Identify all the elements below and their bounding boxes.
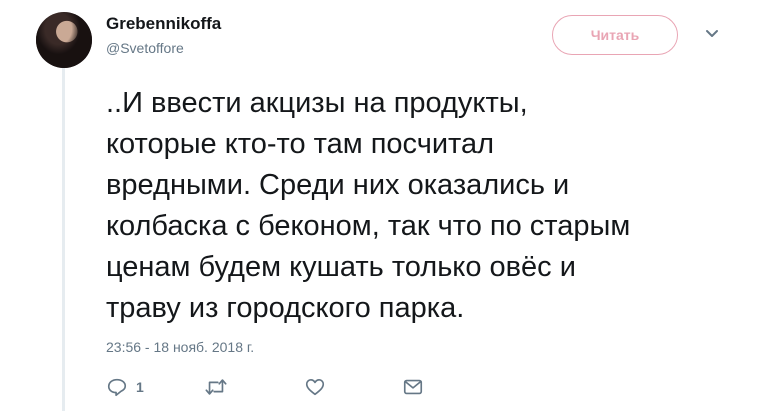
- direct-message-button[interactable]: [402, 375, 424, 399]
- user-handle[interactable]: @Svetoffore: [106, 40, 184, 56]
- reply-button[interactable]: 1: [106, 375, 144, 399]
- avatar-image: [36, 12, 92, 68]
- heart-icon: [304, 376, 326, 398]
- like-button[interactable]: [304, 375, 326, 399]
- tweet-timestamp[interactable]: 23:56 - 18 нояб. 2018 г.: [106, 339, 254, 355]
- follow-button[interactable]: Читать: [552, 15, 678, 55]
- reply-count: 1: [136, 379, 144, 395]
- reply-icon: [106, 376, 128, 398]
- retweet-icon: [204, 376, 228, 398]
- display-name[interactable]: Grebennikoffa: [106, 14, 221, 34]
- chevron-down-icon[interactable]: [703, 24, 721, 42]
- avatar[interactable]: [36, 12, 92, 68]
- envelope-icon: [402, 376, 424, 398]
- thread-line: [62, 60, 65, 411]
- tweet-text: ..И ввести акцизы на продукты, которые к…: [106, 87, 631, 324]
- retweet-button[interactable]: [204, 375, 228, 399]
